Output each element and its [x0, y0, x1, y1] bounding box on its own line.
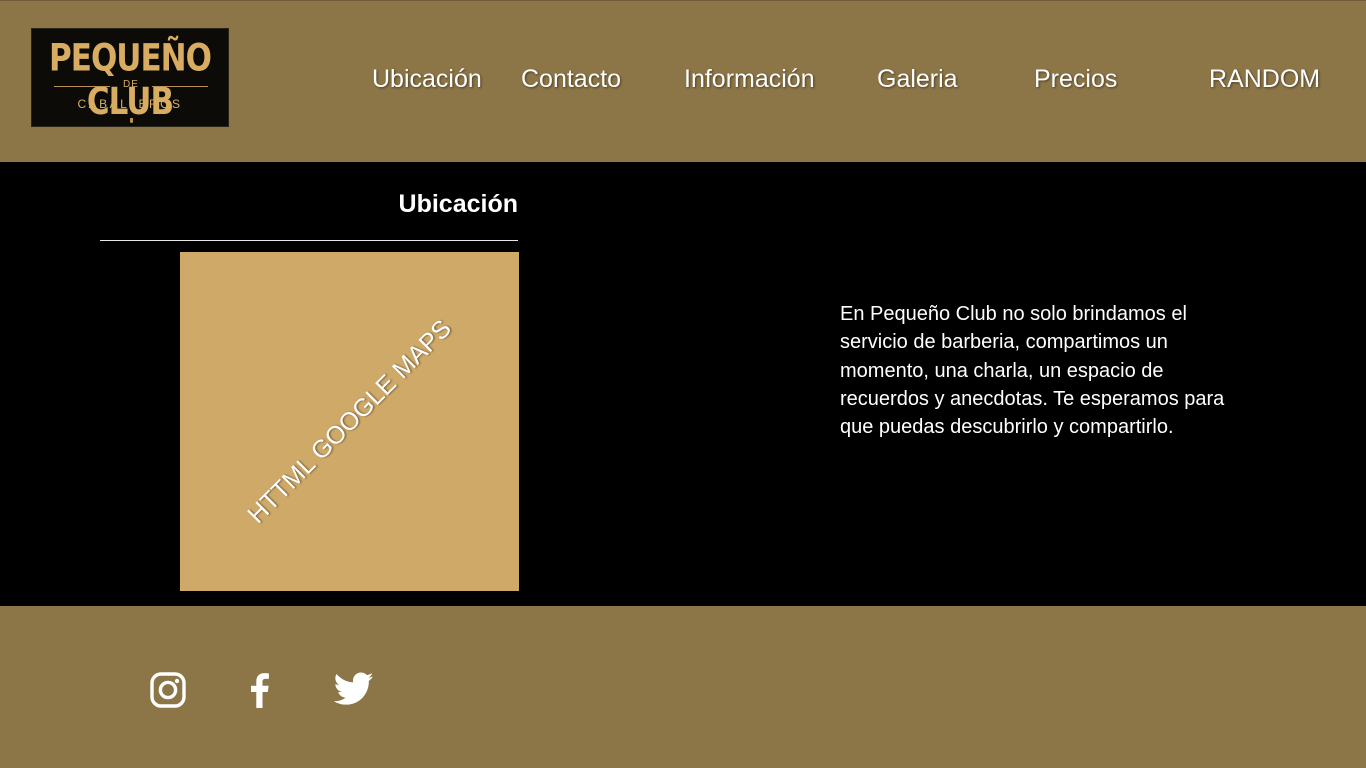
map-placeholder[interactable]: HTTML GOOGLE MAPS	[180, 252, 519, 591]
section-divider	[100, 240, 518, 241]
brand-logo[interactable]: PEQUEÑO CLUB DE CABALLEROS	[31, 28, 229, 127]
nav-item-galeria[interactable]: Galeria	[877, 65, 958, 94]
nav-item-informacion[interactable]: Información	[684, 65, 815, 94]
logo-de: DE	[123, 79, 139, 90]
nav-item-random[interactable]: RANDOM	[1209, 65, 1320, 94]
map-placeholder-text: HTTML GOOGLE MAPS	[241, 313, 457, 529]
instagram-icon[interactable]	[150, 672, 186, 708]
logo-subtitle: CABALLEROS	[77, 97, 183, 111]
page: PEQUEÑO CLUB DE CABALLEROS Ubicación Con…	[0, 0, 1366, 768]
logo-ornament	[130, 118, 133, 123]
about-description: En Pequeño Club no solo brindamos el ser…	[840, 303, 1225, 439]
logo-line-right	[152, 86, 208, 87]
main-content: Ubicación HTTML GOOGLE MAPS En Pequeño C…	[0, 162, 1366, 606]
site-footer	[0, 606, 1366, 768]
section-title: Ubicación	[398, 190, 518, 218]
nav-item-precios[interactable]: Precios	[1034, 65, 1117, 94]
facebook-icon[interactable]	[248, 672, 270, 708]
logo-divider: DE	[54, 79, 208, 93]
site-header: PEQUEÑO CLUB DE CABALLEROS Ubicación Con…	[0, 0, 1366, 162]
nav-item-contacto[interactable]: Contacto	[521, 65, 621, 94]
nav-item-ubicacion[interactable]: Ubicación	[372, 65, 482, 94]
twitter-icon[interactable]	[334, 672, 374, 706]
